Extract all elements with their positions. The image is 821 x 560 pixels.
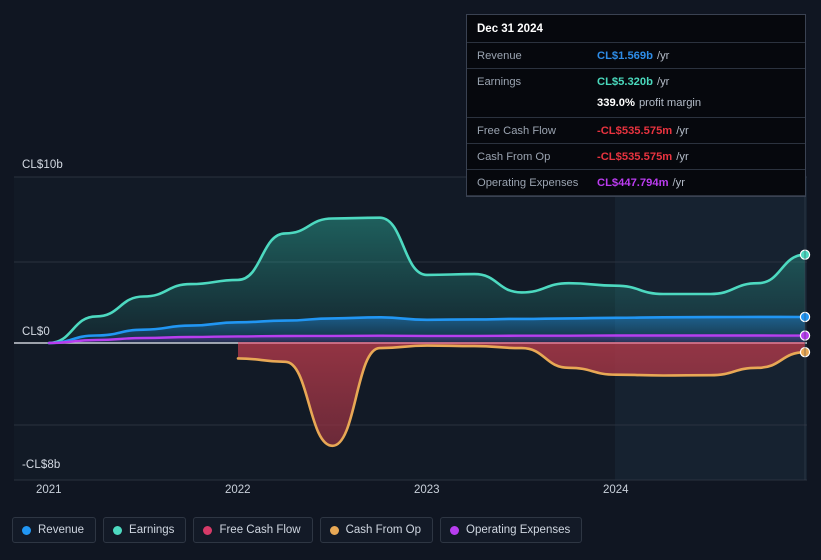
tooltip-row-value: 339.0% profit margin [597, 96, 702, 109]
legend-label: Revenue [38, 524, 85, 536]
data-tooltip: Dec 31 2024 Revenue CL$1.569b/yr Earnings C… [466, 14, 806, 197]
legend-item-earnings[interactable]: Earnings [103, 517, 187, 543]
legend-color-dot [329, 525, 339, 535]
tooltip-row: 339.0% profit margin [467, 94, 805, 117]
x-axis-tick-2024: 2024 [603, 484, 629, 496]
x-axis-tick-2023: 2023 [414, 484, 440, 496]
tooltip-row-value: CL$5.320b/yr [597, 75, 670, 88]
legend-item-operating-expenses[interactable]: Operating Expenses [440, 517, 583, 543]
tooltip-row-label: Revenue [477, 49, 522, 62]
legend-label: Earnings [129, 524, 175, 536]
chart-legend[interactable]: Revenue Earnings Free Cash Flow Cash From O… [12, 517, 583, 543]
x-axis-tick-2022: 2022 [225, 484, 251, 496]
tooltip-row-value: CL$1.569b/yr [597, 49, 670, 62]
tooltip-row: Free Cash Flow -CL$535.575m/yr [467, 117, 805, 143]
tooltip-row-label: Operating Expenses [477, 176, 579, 189]
tooltip-row: Operating Expenses CL$447.794m/yr [467, 169, 805, 196]
tooltip-row-label: Free Cash Flow [477, 124, 556, 137]
legend-item-revenue[interactable]: Revenue [12, 517, 97, 543]
tooltip-row-value: -CL$535.575m/yr [597, 150, 689, 163]
legend-label: Cash From Op [345, 524, 422, 536]
legend-label: Free Cash Flow [219, 524, 301, 536]
tooltip-rows: Revenue CL$1.569b/yr Earnings CL$5.320b/yr 3… [467, 42, 805, 196]
tooltip-row: Cash From Op -CL$535.575m/yr [467, 143, 805, 169]
chart-page: CL$10b CL$0 -CL$8b 2021 2022 2023 2024 Dec … [0, 0, 821, 560]
tooltip-row-label: Earnings [477, 75, 522, 88]
legend-color-dot [22, 525, 31, 535]
tooltip-row-value: CL$447.794m/yr [597, 176, 685, 189]
tooltip-row-label: Cash From Op [477, 150, 551, 163]
y-axis-label-bottom: -CL$8b [22, 459, 61, 471]
x-axis-tick-2021: 2021 [36, 484, 62, 496]
y-axis-label-top: CL$10b [22, 159, 63, 171]
legend-color-dot [450, 525, 460, 535]
legend-item-cash-from-op[interactable]: Cash From Op [319, 517, 434, 543]
legend-color-dot [113, 525, 123, 535]
y-axis-label-zero: CL$0 [22, 326, 50, 338]
tooltip-row: Revenue CL$1.569b/yr [467, 42, 805, 68]
legend-color-dot [203, 525, 213, 535]
tooltip-row-value: -CL$535.575m/yr [597, 124, 689, 137]
tooltip-date: Dec 31 2024 [477, 23, 543, 35]
legend-item-free-cash-flow[interactable]: Free Cash Flow [193, 517, 313, 543]
legend-label: Operating Expenses [466, 524, 571, 536]
tooltip-row: Earnings CL$5.320b/yr [467, 68, 805, 94]
